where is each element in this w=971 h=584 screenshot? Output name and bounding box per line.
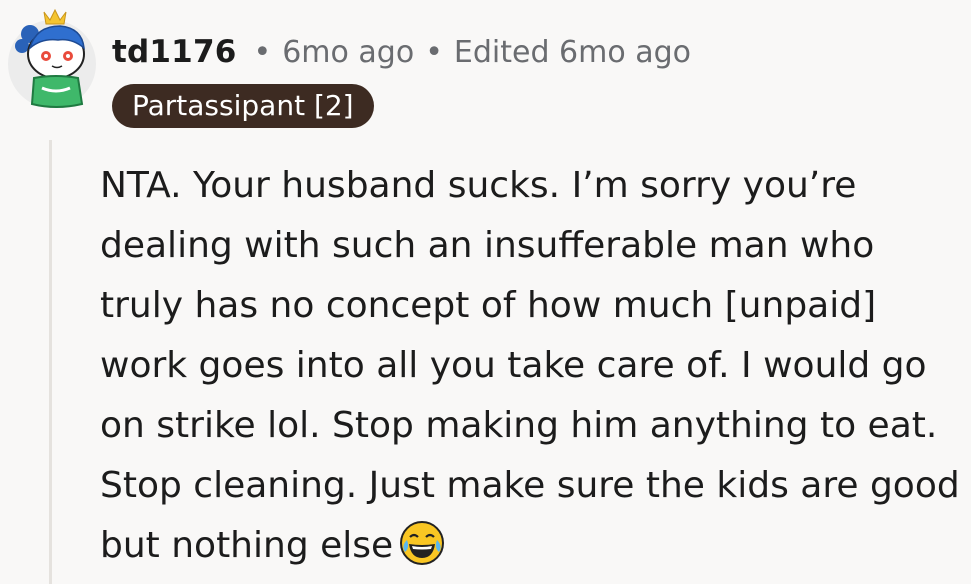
- comment-header: td1176 • 6mo ago • Edited 6mo ago: [112, 28, 691, 76]
- comment-body: NTA. Your husband sucks. I’m sorry you’r…: [100, 156, 960, 576]
- meta-separator: •: [425, 34, 443, 70]
- face-with-tears-of-joy-icon: [400, 521, 445, 565]
- user-flair-badge: Partassipant [2]: [112, 84, 374, 128]
- thread-line[interactable]: [49, 140, 52, 584]
- username-link[interactable]: td1176: [112, 34, 237, 70]
- post-timestamp[interactable]: 6mo ago: [282, 35, 414, 70]
- meta-separator: •: [253, 34, 272, 70]
- edited-timestamp: Edited 6mo ago: [453, 34, 692, 70]
- comment: td1176 • 6mo ago • Edited 6mo ago Partas…: [0, 0, 971, 584]
- comment-body-text: NTA. Your husband sucks. I’m sorry you’r…: [100, 165, 960, 566]
- user-avatar[interactable]: [6, 8, 98, 112]
